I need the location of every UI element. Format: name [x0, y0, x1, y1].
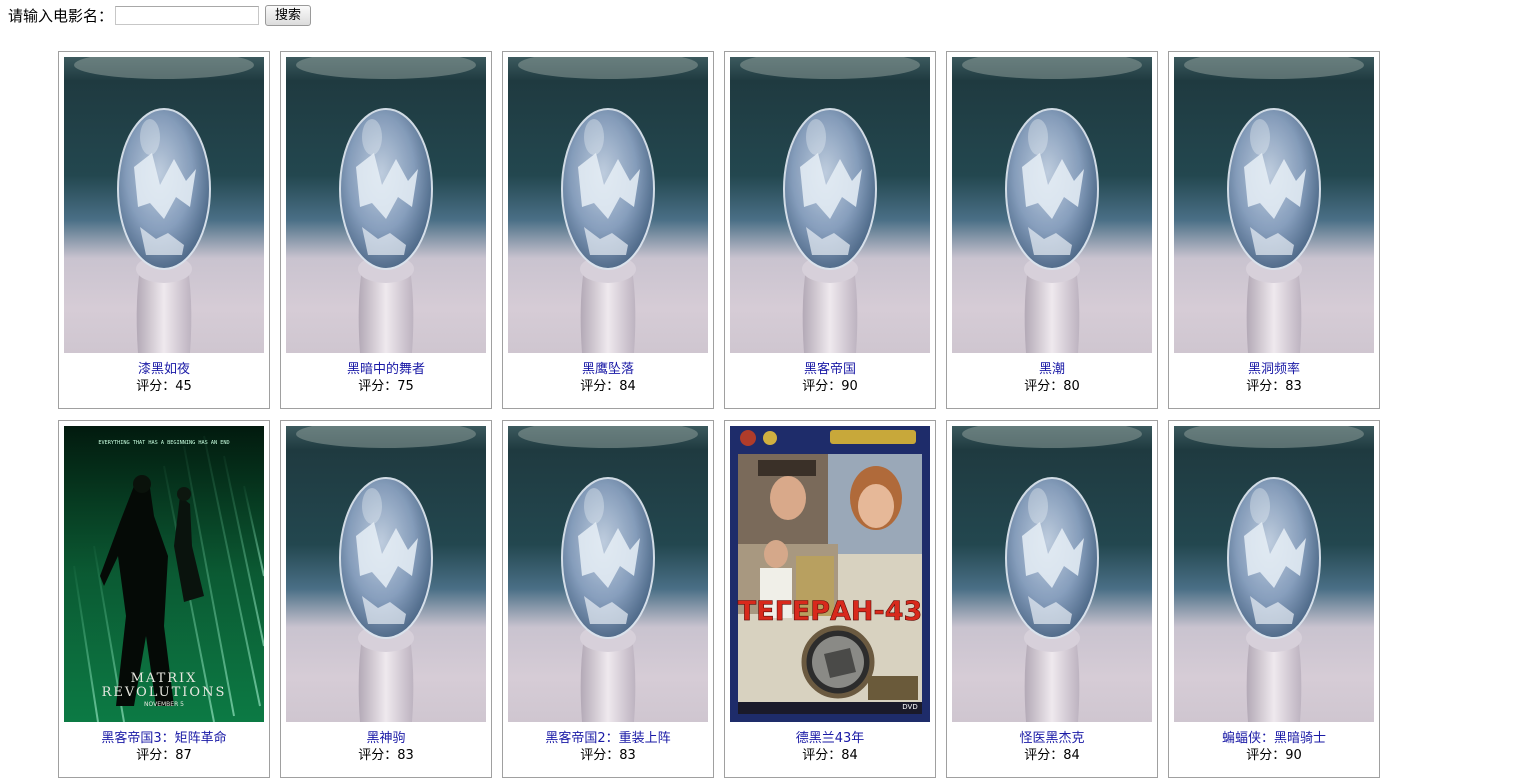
movie-title-link[interactable]: 黑客帝国 [725, 362, 935, 378]
poster-image [64, 57, 264, 353]
movie-poster[interactable]: EVERYTHING THAT HAS A BEGINNING HAS AN E… [64, 426, 264, 722]
movie-card: 漆黑如夜 评分：45 [58, 51, 270, 409]
movie-poster[interactable] [286, 57, 486, 353]
search-input[interactable] [115, 5, 260, 25]
movie-poster[interactable] [952, 57, 1152, 353]
poster-image: EVERYTHING THAT HAS A BEGINNING HAS AN E… [64, 426, 264, 722]
movie-score: 评分：83 [358, 748, 414, 763]
search-label: 请输入电影名： [8, 6, 114, 25]
movie-score: 评分：87 [136, 748, 192, 763]
poster-date: NOVEMBER 5 [144, 701, 184, 708]
movie-grid: 漆黑如夜 评分：45 黑暗中的舞者 评分：75 黑鹰坠落 评分：84 黑客帝国 … [58, 51, 1380, 778]
movie-card: EVERYTHING THAT HAS A BEGINNING HAS AN E… [58, 420, 270, 778]
poster-image: ТЕГЕРАН-43 DVD [730, 426, 930, 722]
movie-title-link[interactable]: 漆黑如夜 [59, 362, 269, 378]
poster-tagline: EVERYTHING THAT HAS A BEGINNING HAS AN E… [98, 440, 229, 446]
movie-title-link[interactable]: 蝙蝠侠：黑暗骑士 [1169, 731, 1379, 747]
movie-card: 黑暗中的舞者 评分：75 [280, 51, 492, 409]
movie-title-link[interactable]: 黑鹰坠落 [503, 362, 713, 378]
movie-score: 评分：84 [802, 748, 858, 763]
movie-score: 评分：83 [1246, 379, 1302, 394]
poster-line2: REVOLUTIONS [102, 685, 227, 700]
movie-card: 黑客帝国 评分：90 [724, 51, 936, 409]
movie-card: 黑鹰坠落 评分：84 [502, 51, 714, 409]
poster-main-title: ТЕГЕРАН-43 [738, 596, 923, 627]
movie-poster[interactable] [730, 57, 930, 353]
movie-poster[interactable] [508, 57, 708, 353]
movie-title-link[interactable]: 黑潮 [947, 362, 1157, 378]
movie-card: 蝙蝠侠：黑暗骑士 评分：90 [1168, 420, 1380, 778]
poster-image [952, 57, 1152, 353]
movie-poster[interactable] [1174, 426, 1374, 722]
movie-title-link[interactable]: 黑神驹 [281, 731, 491, 747]
movie-poster[interactable] [64, 57, 264, 353]
poster-image [286, 426, 486, 722]
search-button[interactable]: 搜索 [265, 4, 312, 26]
poster-image [1174, 426, 1374, 722]
movie-poster[interactable] [508, 426, 708, 722]
movie-title-link[interactable]: 黑客帝国3：矩阵革命 [59, 731, 269, 747]
movie-score: 评分：84 [1024, 748, 1080, 763]
poster-dvd-badge: DVD [902, 703, 917, 711]
movie-title-link[interactable]: 黑洞频率 [1169, 362, 1379, 378]
movie-poster[interactable] [952, 426, 1152, 722]
movie-title-link[interactable]: 怪医黑杰克 [947, 731, 1157, 747]
movie-card: 黑潮 评分：80 [946, 51, 1158, 409]
poster-image [952, 426, 1152, 722]
movie-card: 怪医黑杰克 评分：84 [946, 420, 1158, 778]
movie-score: 评分：90 [1246, 748, 1302, 763]
movie-score: 评分：90 [802, 379, 858, 394]
poster-image [508, 57, 708, 353]
poster-image [286, 57, 486, 353]
movie-title-link[interactable]: 黑暗中的舞者 [281, 362, 491, 378]
poster-image [508, 426, 708, 722]
movie-title-link[interactable]: 德黑兰43年 [725, 731, 935, 747]
movie-card: 黑洞频率 评分：83 [1168, 51, 1380, 409]
movie-poster[interactable] [286, 426, 486, 722]
poster-line1: MATRIX [131, 671, 198, 686]
movie-card: 黑客帝国2：重装上阵 评分：83 [502, 420, 714, 778]
movie-title-link[interactable]: 黑客帝国2：重装上阵 [503, 731, 713, 747]
movie-score: 评分：75 [358, 379, 414, 394]
search-bar: 请输入电影名： 搜索 [8, 4, 312, 26]
poster-image [1174, 57, 1374, 353]
movie-score: 评分：83 [580, 748, 636, 763]
movie-card: 黑神驹 评分：83 [280, 420, 492, 778]
movie-score: 评分：45 [136, 379, 192, 394]
movie-poster[interactable] [1174, 57, 1374, 353]
movie-card: ТЕГЕРАН-43 DVD 德黑兰43年 评分：84 [724, 420, 936, 778]
movie-poster[interactable]: ТЕГЕРАН-43 DVD [730, 426, 930, 722]
movie-score: 评分：80 [1024, 379, 1080, 394]
poster-image [730, 57, 930, 353]
movie-score: 评分：84 [580, 379, 636, 394]
